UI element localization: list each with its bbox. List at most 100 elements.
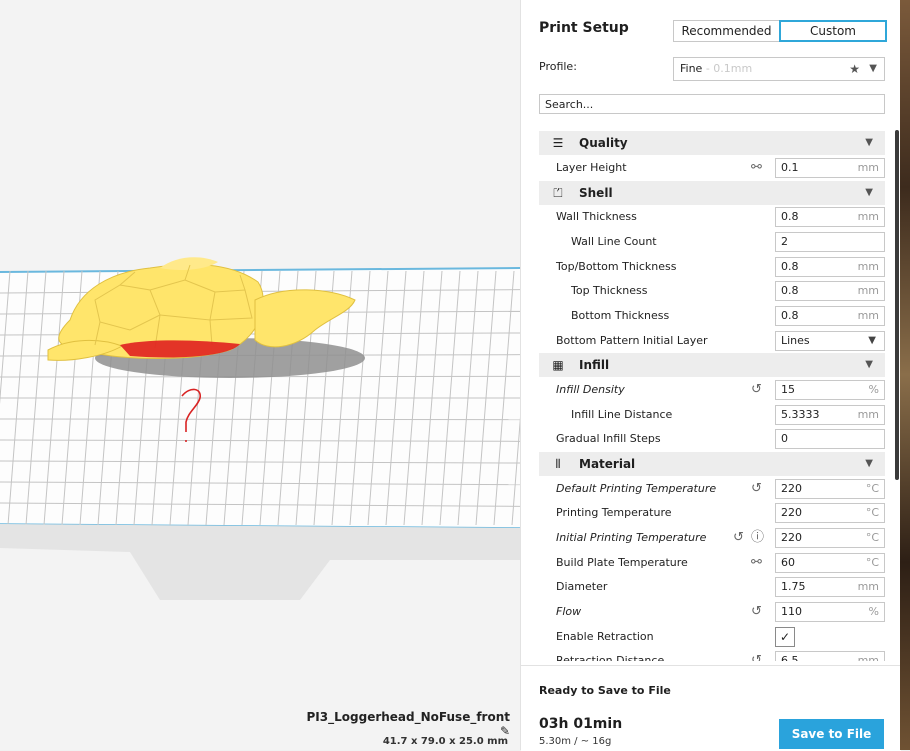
printing-temperature-field[interactable]: 220 °C	[775, 503, 885, 523]
setting-flow: Flow ↺ 110%	[539, 600, 885, 624]
category-label: Shell	[579, 186, 613, 200]
setting-label: Build Plate Temperature	[556, 556, 688, 569]
chevron-down-icon: ▼	[868, 335, 876, 346]
print-setup-title: Print Setup	[539, 20, 629, 36]
material-icon: ⦀	[555, 457, 561, 471]
shell-icon: ⏍	[553, 186, 563, 200]
infill-density-field[interactable]: 15%	[775, 380, 885, 400]
profile-label: Profile:	[539, 60, 577, 73]
category-infill[interactable]: ▦ Infill ▼	[539, 353, 885, 377]
reset-icon[interactable]: ↺	[751, 600, 762, 624]
setting-label: Default Printing Temperature	[556, 482, 717, 495]
profile-value: Fine	[680, 62, 703, 75]
print-footer: Ready to Save to File 03h 01min 5.30m / …	[521, 665, 901, 751]
setting-label: Bottom Thickness	[571, 309, 670, 322]
default-printing-temperature-field[interactable]: 220 °C	[775, 479, 885, 499]
enable-retraction-checkbox[interactable]: ✓	[775, 627, 795, 647]
setting-label: Layer Height	[556, 161, 627, 174]
print-setup-panel: Print Setup Recommended Custom Profile: …	[520, 0, 901, 751]
star-icon[interactable]: ★	[849, 58, 860, 80]
setting-wall-thickness: Wall Thickness 0.8 mm	[539, 205, 885, 229]
initial-printing-temperature-field[interactable]: 220 °C	[775, 528, 885, 548]
material-usage: 5.30m / ~ 16g	[539, 736, 612, 747]
setting-printing-temperature: Printing Temperature 220 °C	[539, 501, 885, 525]
wall-thickness-field[interactable]: 0.8 mm	[775, 207, 885, 227]
chevron-down-icon: ▼	[865, 187, 873, 198]
setting-gradual-infill-steps: Gradual Infill Steps 0	[539, 427, 885, 451]
setting-label: Wall Line Count	[571, 235, 657, 248]
reset-icon[interactable]: ↺	[751, 477, 762, 501]
build-plate-temperature-field[interactable]: 60 °C	[775, 553, 885, 573]
chevron-down-icon: ▼	[865, 458, 873, 469]
top-thickness-field[interactable]: 0.8 mm	[775, 281, 885, 301]
infill-line-distance-field[interactable]: 5.3333 mm	[775, 405, 885, 425]
setting-default-printing-temperature: Default Printing Temperature ↺ 220 °C	[539, 477, 885, 501]
infill-icon: ▦	[552, 358, 564, 372]
setting-top-thickness: Top Thickness 0.8 mm	[539, 279, 885, 303]
print-time: 03h 01min	[539, 716, 623, 732]
search-input[interactable]: Search...	[539, 94, 885, 114]
setting-build-plate-temperature: Build Plate Temperature ⚯ 60 °C	[539, 551, 885, 575]
setting-initial-printing-temperature: Initial Printing Temperature ↺ ⓘ 220 °C	[539, 526, 885, 550]
setting-label: Wall Thickness	[556, 210, 637, 223]
reset-icon[interactable]: ↺	[751, 649, 762, 661]
setting-label: Initial Printing Temperature	[556, 531, 707, 544]
bottom-thickness-field[interactable]: 0.8 mm	[775, 306, 885, 326]
save-to-file-button[interactable]: Save to File	[779, 719, 884, 749]
setting-label: Top/Bottom Thickness	[556, 260, 677, 273]
gradual-infill-steps-field[interactable]: 0	[775, 429, 885, 449]
setting-label: Gradual Infill Steps	[556, 432, 661, 445]
retraction-distance-field[interactable]: 6.5 mm	[775, 651, 885, 661]
quality-icon: ☰	[552, 136, 564, 150]
top-bottom-thickness-field[interactable]: 0.8 mm	[775, 257, 885, 277]
link-icon[interactable]: ⚯	[751, 551, 762, 575]
setting-infill-line-distance: Infill Line Distance 5.3333 mm	[539, 403, 885, 427]
wall-line-count-field[interactable]: 2	[775, 232, 885, 252]
link-icon[interactable]: ⚯	[751, 156, 762, 180]
chevron-down-icon: ▼	[869, 63, 877, 74]
category-material[interactable]: ⦀ Material ▼	[539, 452, 885, 476]
model-name-label: PI3_Loggerhead_NoFuse_front✎	[306, 710, 510, 738]
setting-infill-density: Infill Density ↺ 15%	[539, 378, 885, 402]
setting-label: Diameter	[556, 580, 608, 593]
setting-enable-retraction: Enable Retraction ✓	[539, 625, 885, 649]
chevron-down-icon: ▼	[865, 137, 873, 148]
mode-custom-button[interactable]: Custom	[779, 20, 887, 42]
setting-top-bottom-thickness: Top/Bottom Thickness 0.8 mm	[539, 255, 885, 279]
setting-label: Bottom Pattern Initial Layer	[556, 334, 708, 347]
category-quality[interactable]: ☰ Quality ▼	[539, 131, 885, 155]
setting-label: Infill Line Distance	[571, 408, 673, 421]
status-text: Ready to Save to File	[539, 684, 671, 697]
layer-height-field[interactable]: 0.1 mm	[775, 158, 885, 178]
category-shell[interactable]: ⏍ Shell ▼	[539, 181, 885, 205]
setting-retraction-distance: Retraction Distance ↺ 6.5 mm	[539, 649, 885, 661]
profile-subvalue: - 0.1mm	[702, 62, 753, 75]
settings-scrollbar[interactable]	[895, 130, 899, 480]
setting-label: Enable Retraction	[556, 630, 654, 643]
reset-icon[interactable]: ↺	[733, 526, 744, 550]
annotation-layer	[181, 388, 201, 442]
category-label: Material	[579, 457, 636, 471]
setting-label: Top Thickness	[571, 284, 648, 297]
background-edge	[900, 0, 910, 750]
settings-list[interactable]: ☰ Quality ▼ Layer Height ⚯ 0.1 mm ⏍ Shell…	[539, 131, 885, 661]
info-icon[interactable]: ⓘ	[751, 526, 764, 550]
setting-diameter: Diameter 1.75 mm	[539, 575, 885, 599]
profile-select[interactable]: Fine - 0.1mm ★ ▼	[673, 57, 885, 81]
category-label: Quality	[579, 136, 628, 150]
setting-bottom-pattern: Bottom Pattern Initial Layer Lines ▼	[539, 329, 885, 353]
mode-recommended-button[interactable]: Recommended	[673, 20, 780, 42]
setting-label: Printing Temperature	[556, 506, 672, 519]
flow-field[interactable]: 110%	[775, 602, 885, 622]
category-label: Infill	[579, 358, 610, 372]
question-mark-annotation	[181, 388, 201, 442]
model-dimensions: 41.7 x 79.0 x 25.0 mm	[382, 736, 508, 747]
setting-bottom-thickness: Bottom Thickness 0.8 mm	[539, 304, 885, 328]
3d-viewport[interactable]	[0, 0, 520, 750]
diameter-field[interactable]: 1.75 mm	[775, 577, 885, 597]
setting-label: Infill Density	[556, 383, 625, 396]
reset-icon[interactable]: ↺	[751, 378, 762, 402]
setting-label: Flow	[556, 605, 582, 618]
bottom-pattern-select[interactable]: Lines ▼	[775, 331, 885, 351]
setting-label: Retraction Distance	[556, 654, 665, 661]
